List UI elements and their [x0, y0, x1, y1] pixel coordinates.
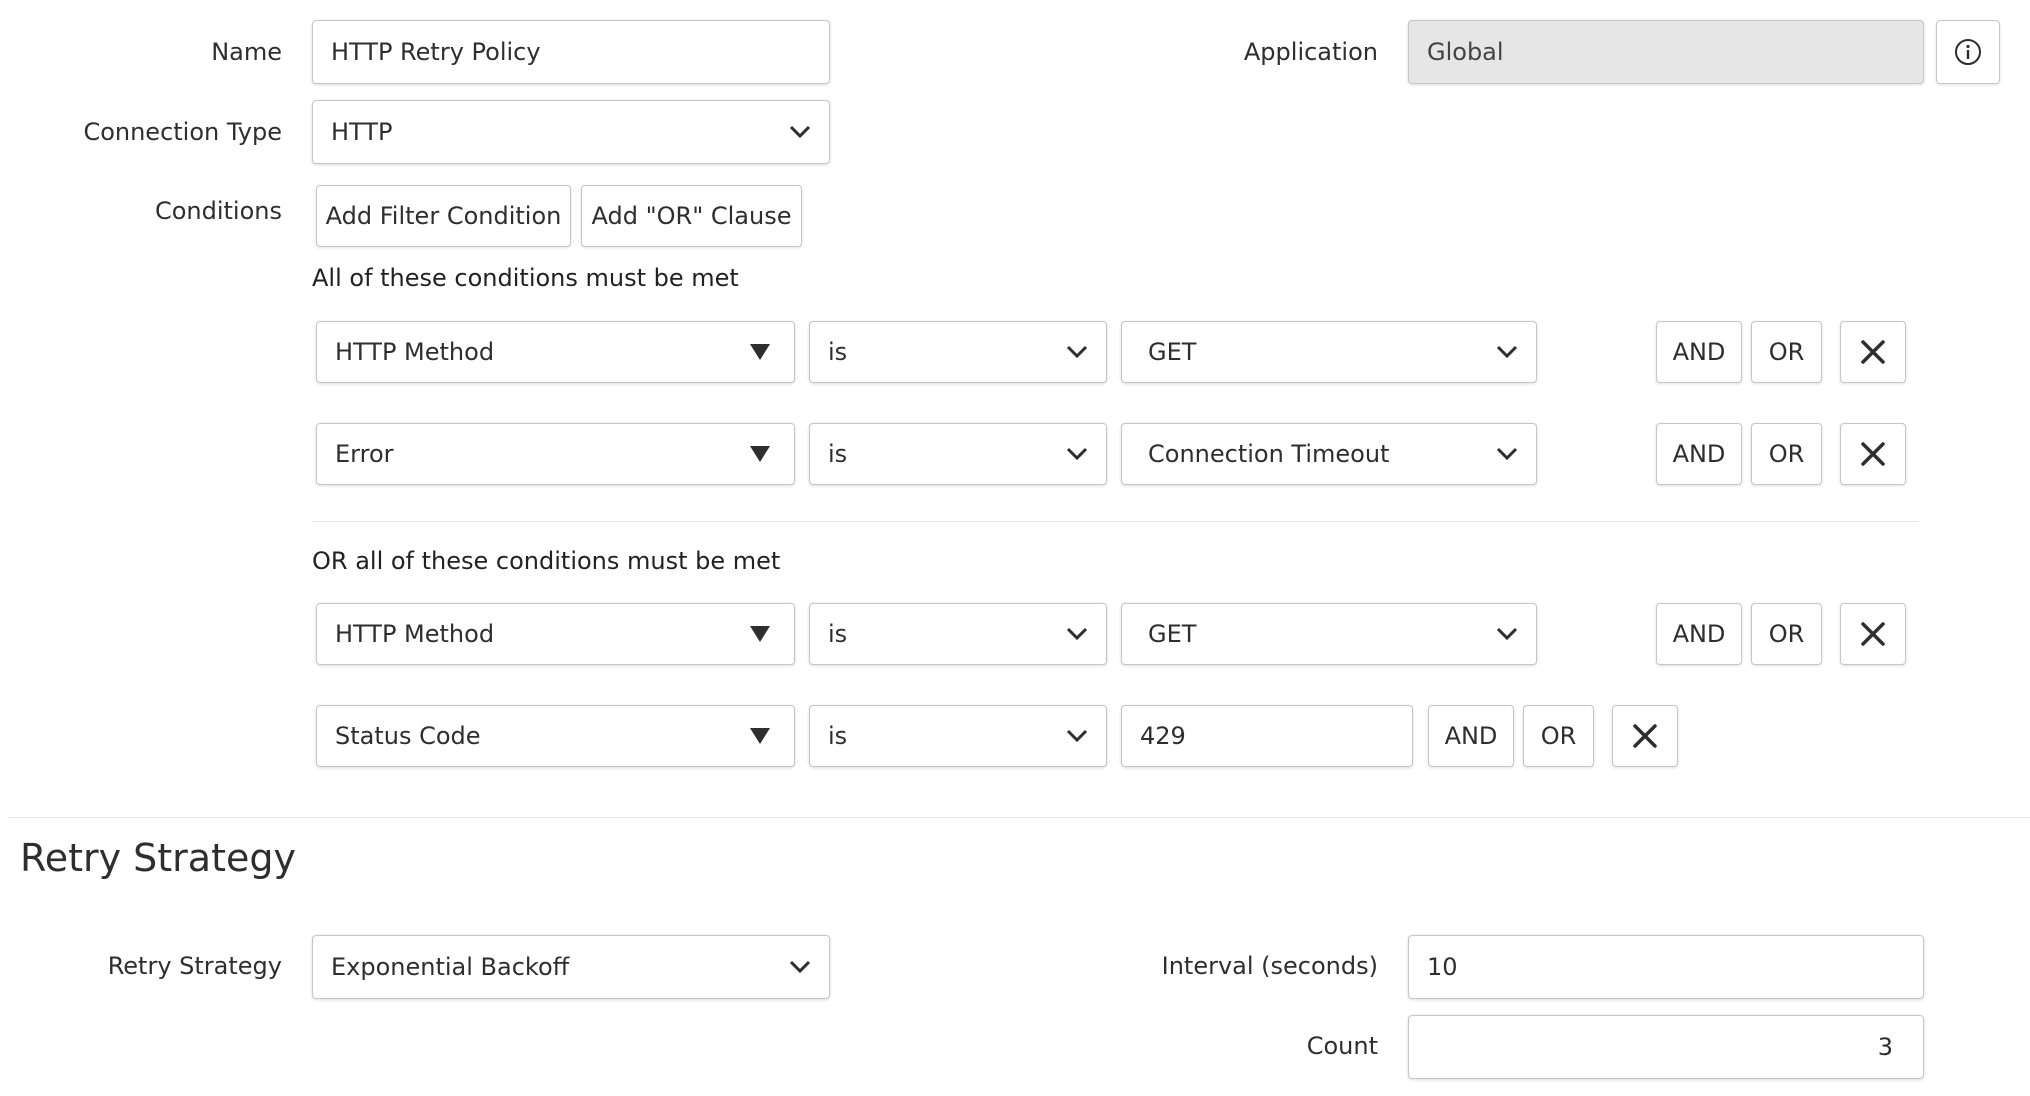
- remove-condition-button[interactable]: [1840, 603, 1906, 665]
- info-icon: [1955, 39, 1981, 65]
- application-field: Global: [1408, 20, 1924, 84]
- condition-field-select[interactable]: HTTP Method: [316, 603, 795, 665]
- name-label: Name: [211, 38, 282, 66]
- or-button[interactable]: OR: [1751, 321, 1822, 383]
- condition-operator-select[interactable]: is: [809, 321, 1107, 383]
- status-code-input[interactable]: 429: [1121, 705, 1413, 767]
- close-icon: [1633, 724, 1657, 748]
- interval-input[interactable]: 10: [1408, 935, 1924, 999]
- chevron-down-icon: [789, 125, 811, 139]
- condition-field-select[interactable]: Status Code: [316, 705, 795, 767]
- condition-value-select[interactable]: Connection Timeout: [1121, 423, 1537, 485]
- remove-condition-button[interactable]: [1840, 423, 1906, 485]
- condition-group-heading: All of these conditions must be met: [312, 264, 739, 292]
- condition-field-select[interactable]: Error: [316, 423, 795, 485]
- chevron-down-icon: [1496, 345, 1518, 359]
- add-filter-condition-button[interactable]: Add Filter Condition: [316, 185, 571, 247]
- connection-type-select[interactable]: HTTP: [312, 100, 830, 164]
- condition-group-divider: [312, 521, 1918, 522]
- chevron-down-icon: [1066, 729, 1088, 743]
- retry-strategy-select[interactable]: Exponential Backoff: [312, 935, 830, 999]
- or-button[interactable]: OR: [1751, 423, 1822, 485]
- condition-operator-value: is: [828, 722, 848, 750]
- chevron-down-icon: [1496, 447, 1518, 461]
- condition-operator-value: is: [828, 440, 848, 468]
- condition-group-heading: OR all of these conditions must be met: [312, 547, 781, 575]
- condition-field-value: HTTP Method: [335, 620, 495, 648]
- condition-field-value: HTTP Method: [335, 338, 495, 366]
- remove-condition-button[interactable]: [1840, 321, 1906, 383]
- remove-condition-button[interactable]: [1612, 705, 1678, 767]
- application-label: Application: [1243, 38, 1378, 66]
- chevron-down-icon: [1066, 447, 1088, 461]
- chevron-down-icon: [1066, 345, 1088, 359]
- connection-type-value: HTTP: [331, 118, 393, 146]
- count-input[interactable]: 3: [1408, 1015, 1924, 1079]
- condition-field-value: Error: [335, 440, 394, 468]
- triangle-down-icon: [750, 344, 770, 360]
- triangle-down-icon: [750, 626, 770, 642]
- conditions-label: Conditions: [154, 197, 282, 225]
- chevron-down-icon: [1496, 627, 1518, 641]
- and-button[interactable]: AND: [1656, 423, 1742, 485]
- condition-field-select[interactable]: HTTP Method: [316, 321, 795, 383]
- close-icon: [1861, 622, 1885, 646]
- and-button[interactable]: AND: [1428, 705, 1514, 767]
- condition-operator-value: is: [828, 620, 848, 648]
- condition-operator-select[interactable]: is: [809, 603, 1107, 665]
- section-divider: [8, 817, 2030, 818]
- condition-value: GET: [1148, 338, 1197, 366]
- condition-value: Connection Timeout: [1148, 440, 1390, 468]
- condition-value-select[interactable]: GET: [1121, 321, 1537, 383]
- chevron-down-icon: [789, 960, 811, 974]
- condition-operator-select[interactable]: is: [809, 705, 1107, 767]
- and-button[interactable]: AND: [1656, 603, 1742, 665]
- section-title: Retry Strategy: [20, 836, 296, 880]
- connection-type-label: Connection Type: [83, 118, 282, 146]
- chevron-down-icon: [1066, 627, 1088, 641]
- triangle-down-icon: [750, 728, 770, 744]
- condition-operator-value: is: [828, 338, 848, 366]
- application-info-button[interactable]: [1936, 20, 2000, 84]
- condition-value: GET: [1148, 620, 1197, 648]
- and-button[interactable]: AND: [1656, 321, 1742, 383]
- retry-strategy-value: Exponential Backoff: [331, 953, 570, 981]
- count-label: Count: [1306, 1032, 1378, 1060]
- name-input[interactable]: HTTP Retry Policy: [312, 20, 830, 84]
- close-icon: [1861, 442, 1885, 466]
- condition-field-value: Status Code: [335, 722, 481, 750]
- triangle-down-icon: [750, 446, 770, 462]
- retry-strategy-label: Retry Strategy: [107, 952, 282, 980]
- or-button[interactable]: OR: [1751, 603, 1822, 665]
- condition-value-select[interactable]: GET: [1121, 603, 1537, 665]
- condition-operator-select[interactable]: is: [809, 423, 1107, 485]
- close-icon: [1861, 340, 1885, 364]
- or-button[interactable]: OR: [1523, 705, 1594, 767]
- interval-label: Interval (seconds): [1161, 952, 1378, 980]
- add-or-clause-button[interactable]: Add "OR" Clause: [581, 185, 802, 247]
